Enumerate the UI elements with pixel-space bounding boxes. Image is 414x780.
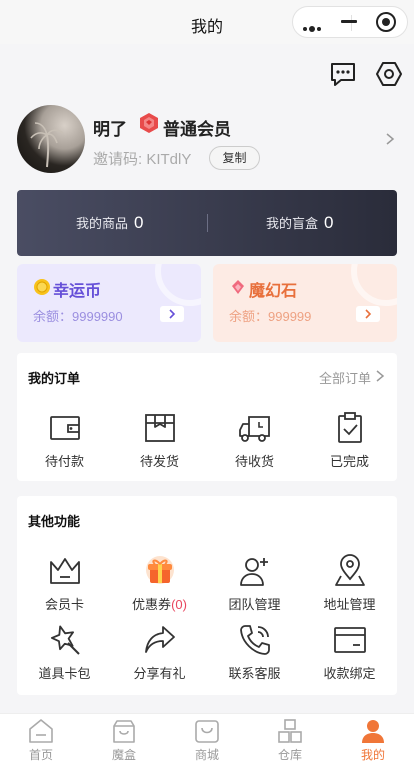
share-icon: [144, 626, 175, 653]
lucky-coin-card[interactable]: 幸运币 余额：9999990: [17, 264, 201, 342]
minimize-icon[interactable]: [341, 20, 357, 23]
decorative-ring: [351, 264, 397, 306]
team-management-item[interactable]: 团队管理: [207, 554, 302, 613]
tab-label: 仓库: [277, 748, 302, 762]
close-target-icon[interactable]: [376, 12, 396, 32]
magic-stone-icon: [232, 280, 244, 294]
box-icon: [144, 414, 175, 442]
crown-icon: [49, 558, 80, 584]
coupon-item[interactable]: 优惠券(0): [112, 554, 207, 613]
function-label: 团队管理: [228, 597, 281, 612]
share-reward-item[interactable]: 分享有礼: [112, 623, 207, 682]
coin-title: 幸运币: [53, 283, 102, 300]
stat-value: 0: [134, 213, 144, 232]
stat-label: 我的商品: [76, 216, 129, 231]
palm-tree-image: [30, 122, 64, 168]
gift-icon: [145, 556, 174, 584]
coupon-label: 优惠券: [132, 597, 172, 612]
order-pending-receipt[interactable]: 待收货: [207, 411, 302, 470]
order-label: 待收货: [234, 454, 274, 469]
user-add-icon: [239, 558, 268, 586]
mall-icon: [195, 720, 219, 743]
tab-mall[interactable]: 商城: [166, 714, 248, 763]
coin-detail-button[interactable]: [160, 306, 184, 322]
tab-home[interactable]: 首页: [0, 714, 82, 763]
phone-icon: [239, 625, 270, 655]
copy-button[interactable]: 复制: [209, 146, 260, 170]
order-completed[interactable]: 已完成: [302, 411, 397, 470]
member-level: 普通会员: [163, 120, 231, 139]
order-label: 已完成: [329, 454, 369, 469]
functions-panel: 其他功能 会员卡 优惠券(0) 团队管理 地址管理 道具卡包 分享有礼 联系客服…: [17, 496, 397, 695]
function-label: 地址管理: [323, 597, 376, 612]
tab-label: 我的: [360, 748, 385, 762]
function-label: 会员卡: [44, 597, 84, 612]
customer-service-item[interactable]: 联系客服: [207, 623, 302, 682]
more-icon[interactable]: [303, 18, 323, 36]
function-label: 优惠券(0): [112, 594, 207, 613]
coin-detail-button[interactable]: [356, 306, 380, 322]
bottom-tab-bar: 首页 魔盒 商城 仓库 我的: [0, 713, 414, 780]
coin-balance: 余额：9999990: [33, 309, 123, 324]
avatar[interactable]: [17, 105, 85, 173]
address-management-item[interactable]: 地址管理: [302, 554, 397, 613]
warehouse-icon: [278, 719, 302, 743]
member-badge-icon: [140, 113, 158, 133]
tab-mine[interactable]: 我的: [332, 714, 414, 763]
chevron-right-icon: [365, 309, 372, 319]
invite-code: 邀请码: KITdlY: [93, 151, 192, 168]
card-icon: [333, 627, 366, 653]
coin-balance: 余额：999999: [229, 309, 312, 324]
settings-icon[interactable]: [375, 60, 403, 88]
order-pending-payment[interactable]: 待付款: [17, 411, 112, 470]
home-icon: [29, 719, 53, 743]
tab-label: 魔盒: [111, 748, 136, 762]
functions-title: 其他功能: [28, 514, 81, 529]
function-label: 道具卡包: [38, 666, 91, 681]
coin-title: 魔幻石: [249, 283, 298, 300]
tab-label: 商城: [194, 748, 219, 762]
orders-panel: 我的订单 全部订单 待付款 待发货 待收货 已完成: [17, 353, 397, 481]
stat-label: 我的盲盒: [266, 216, 319, 231]
gold-coin-icon: [34, 279, 50, 295]
order-label: 待付款: [44, 454, 84, 469]
tab-warehouse[interactable]: 仓库: [249, 714, 331, 763]
magic-box-icon: [113, 720, 135, 743]
prop-card-pack-item[interactable]: 道具卡包: [17, 623, 112, 682]
nav-bar: 我的: [0, 0, 414, 44]
decorative-ring: [155, 264, 201, 306]
orders-title: 我的订单: [28, 371, 81, 386]
user-icon: [362, 720, 384, 743]
my-goods-stat[interactable]: 我的商品 0: [76, 190, 143, 256]
payment-binding-item[interactable]: 收款绑定: [302, 623, 397, 682]
stats-card: 我的商品 0 我的盲盒 0: [17, 190, 397, 256]
tab-magic-box[interactable]: 魔盒: [83, 714, 165, 763]
magic-wand-icon: [50, 625, 80, 655]
tab-label: 首页: [28, 748, 53, 762]
stats-divider: [207, 214, 208, 232]
my-blind-box-stat[interactable]: 我的盲盒 0: [266, 190, 333, 256]
magic-stone-card[interactable]: 魔幻石 余额：999999: [213, 264, 397, 342]
user-name: 明了: [93, 120, 127, 139]
message-icon[interactable]: [329, 60, 357, 88]
membership-card-item[interactable]: 会员卡: [17, 554, 112, 613]
chevron-right-icon: [169, 309, 176, 319]
wallet-icon: [49, 416, 80, 440]
profile-chevron-right-icon[interactable]: [384, 133, 396, 145]
coupon-count: (0): [171, 597, 187, 612]
clipboard-check-icon: [337, 412, 362, 443]
function-label: 分享有礼: [133, 666, 186, 681]
chevron-right-icon[interactable]: [375, 370, 385, 382]
order-label: 待发货: [139, 454, 179, 469]
stat-value: 0: [324, 213, 334, 232]
function-label: 收款绑定: [323, 666, 376, 681]
truck-icon: [238, 416, 270, 442]
map-pin-icon: [334, 554, 365, 586]
all-orders-link[interactable]: 全部订单: [319, 368, 371, 387]
order-pending-shipment[interactable]: 待发货: [112, 411, 207, 470]
function-label: 联系客服: [228, 666, 281, 681]
capsule-divider: [351, 15, 352, 31]
